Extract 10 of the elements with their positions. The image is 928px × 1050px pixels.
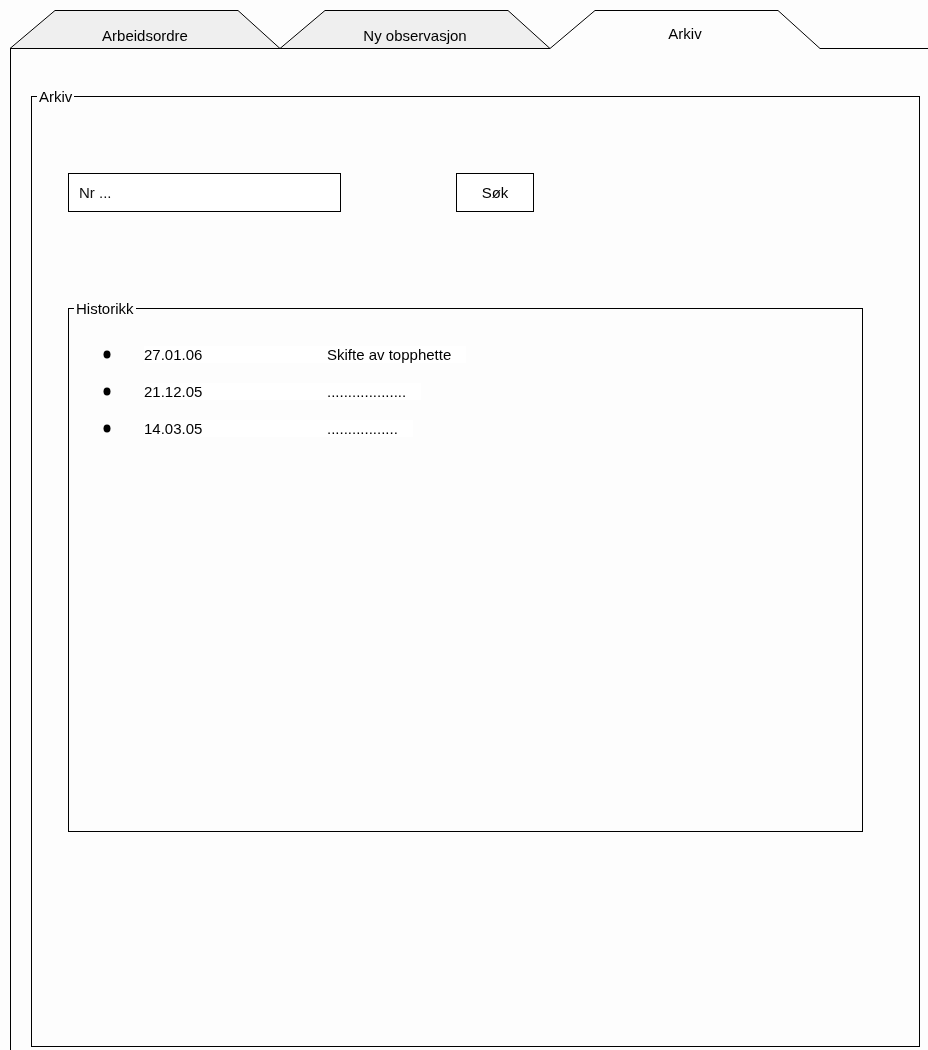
group-title: Arkiv bbox=[38, 88, 74, 105]
bullet-icon bbox=[103, 387, 111, 396]
group-title: Historikk bbox=[75, 300, 135, 317]
tab[interactable]: Ny observasjon bbox=[280, 10, 550, 49]
tab[interactable]: Arkiv bbox=[550, 10, 820, 49]
search-field[interactable]: Nr ... bbox=[68, 173, 341, 212]
search-button[interactable]: Søk bbox=[456, 173, 534, 212]
bullet-icon bbox=[103, 350, 111, 359]
bullet-icon bbox=[103, 424, 111, 433]
tab[interactable]: Arbeidsordre bbox=[10, 10, 280, 49]
